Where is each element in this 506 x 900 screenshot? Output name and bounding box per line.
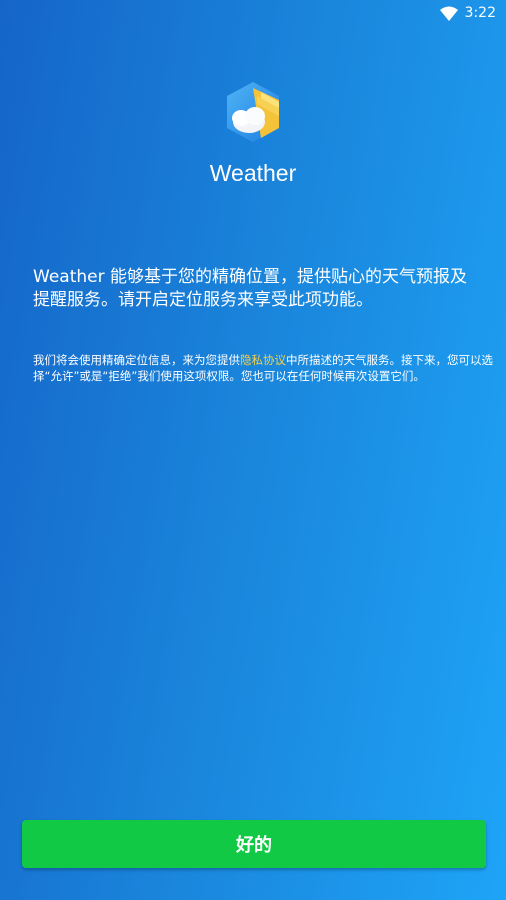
wifi-icon (440, 6, 458, 21)
status-bar: 3:22 (0, 0, 506, 28)
ok-button[interactable]: 好的 (22, 820, 486, 868)
location-description: Weather 能够基于您的精确位置，提供贴心的天气预报及提醒服务。请开启定位服… (33, 267, 467, 310)
privacy-policy-link[interactable]: 隐私协议 (240, 353, 286, 367)
app-name: Weather (209, 160, 297, 186)
weather-app-icon (227, 82, 279, 142)
permission-detail: 我们将会使用精确定位信息，来为您提供隐私协议中所描述的天气服务。接下来，您可以选… (33, 352, 493, 384)
status-time: 3:22 (464, 5, 496, 21)
detail-text-before: 我们将会使用精确定位信息，来为您提供 (33, 353, 240, 367)
